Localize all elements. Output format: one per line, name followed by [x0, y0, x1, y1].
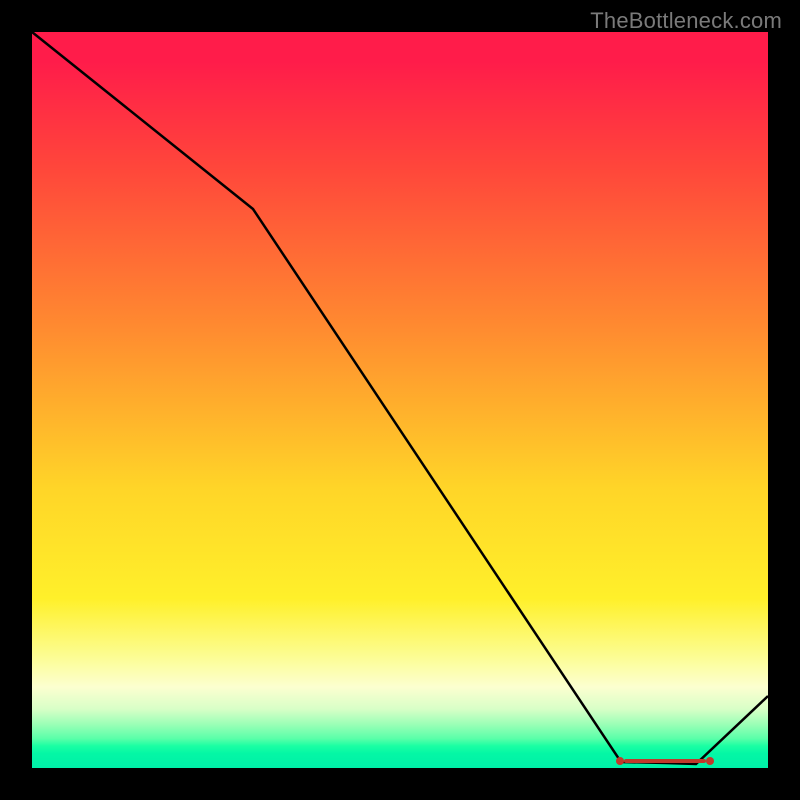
marker-line — [624, 759, 706, 763]
marker-gap — [656, 758, 660, 764]
marker-dot — [706, 757, 714, 765]
marker-band — [620, 758, 710, 764]
plot-area — [32, 32, 768, 768]
marker-gap — [678, 758, 682, 764]
line-series — [32, 32, 768, 768]
curve-path — [32, 32, 768, 764]
marker-dot — [616, 757, 624, 765]
watermark-text: TheBottleneck.com — [590, 8, 782, 34]
